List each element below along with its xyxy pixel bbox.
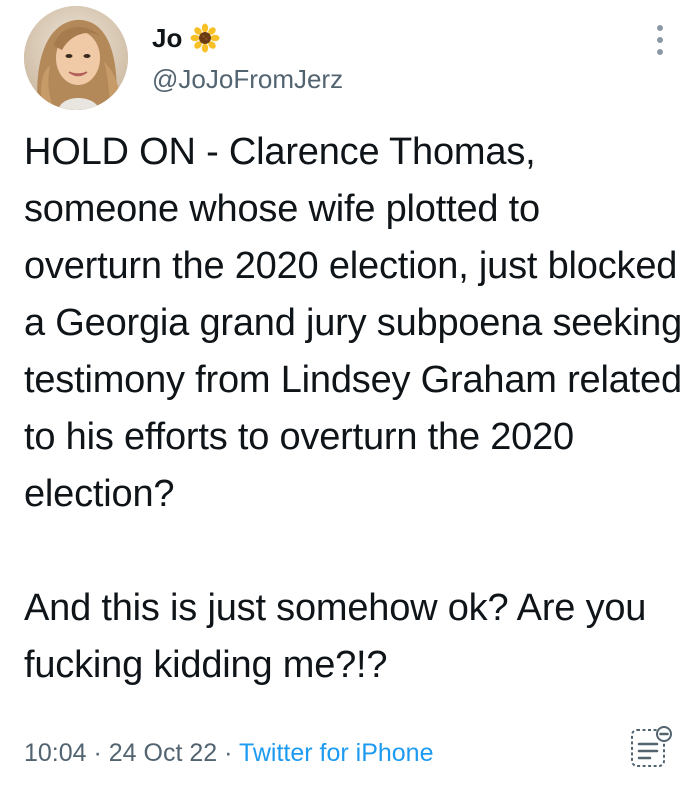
dot	[657, 25, 663, 31]
tweet-source-link[interactable]: Twitter for iPhone	[239, 739, 434, 767]
more-options-icon[interactable]	[648, 20, 672, 60]
display-name[interactable]: Jo	[152, 25, 182, 51]
tweet-paragraph: And this is just somehow ok? Are you fuc…	[24, 587, 647, 686]
meta-separator: ·	[86, 739, 109, 767]
dot	[657, 49, 663, 55]
user-handle[interactable]: @JoJoFromJerz	[152, 64, 343, 95]
notes-icon[interactable]	[626, 722, 676, 772]
display-name-row: Jo	[152, 18, 220, 58]
meta-separator: ·	[217, 739, 239, 767]
avatar[interactable]	[24, 6, 128, 110]
tweet-time[interactable]: 10:04	[24, 739, 87, 767]
sunflower-icon	[190, 23, 220, 53]
tweet-metadata: 10:04 · 24 Oct 22 · Twitter for iPhone	[24, 738, 433, 768]
tweet-paragraph: HOLD ON - Clarence Thomas, someone whose…	[24, 131, 683, 515]
tweet-card: Jo @JoJoFromJerz HOLD ON - Clarence Thom…	[0, 0, 700, 795]
dot	[657, 37, 663, 43]
tweet-date[interactable]: 24 Oct 22	[109, 739, 217, 767]
tweet-text: HOLD ON - Clarence Thomas, someone whose…	[24, 124, 684, 694]
